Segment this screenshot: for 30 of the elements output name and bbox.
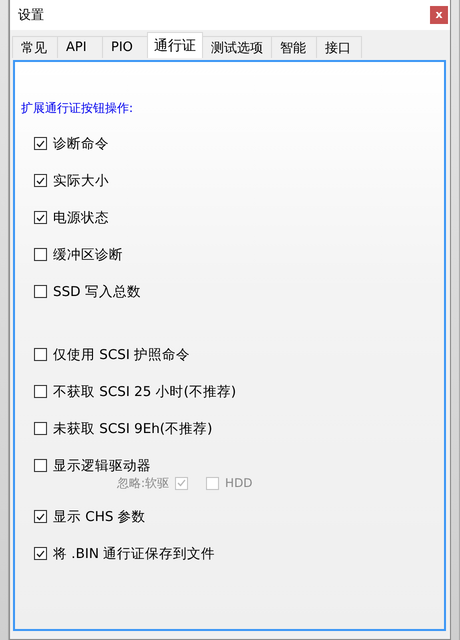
checkbox[interactable]: [34, 174, 47, 187]
checkbox[interactable]: [34, 422, 47, 435]
option-label: HDD: [225, 476, 253, 490]
option-label: 显示 CHS 参数: [53, 508, 146, 526]
checkbox[interactable]: [34, 248, 47, 261]
checkbox[interactable]: [34, 137, 47, 150]
window-title: 设置: [18, 7, 44, 24]
option-label: 将 .BIN 通行证保存到文件: [53, 544, 216, 562]
checkbox[interactable]: [34, 385, 47, 398]
checkbox[interactable]: [34, 211, 47, 224]
section-heading: 扩展通行证按钮操作:: [21, 100, 134, 117]
option-label: 实际大小: [53, 172, 109, 190]
option-label: 仅使用 SCSI 护照命令: [53, 346, 190, 364]
tab[interactable]: 通行证: [147, 32, 203, 58]
checkbox[interactable]: [34, 459, 47, 472]
close-button[interactable]: x: [430, 6, 448, 24]
option-label: 诊断命令: [53, 134, 109, 152]
tab[interactable]: 接口: [316, 36, 362, 58]
option-label: 不获取 SCSI 25 小时(不推荐): [53, 382, 236, 400]
checkbox[interactable]: [34, 547, 47, 560]
option-label: 忽略:软驱: [117, 474, 170, 492]
option-label: 显示逻辑驱动器: [53, 456, 151, 474]
checkbox[interactable]: [34, 510, 47, 523]
tab[interactable]: 常见: [12, 36, 58, 58]
option-label: 未获取 SCSI 9Eh(不推荐): [53, 420, 212, 438]
checkbox[interactable]: [34, 348, 47, 361]
option-label: 电源状态: [53, 208, 109, 226]
option-label: 缓冲区诊断: [53, 246, 123, 264]
checkbox[interactable]: [34, 285, 47, 298]
option-label: SSD 写入总数: [53, 282, 141, 300]
